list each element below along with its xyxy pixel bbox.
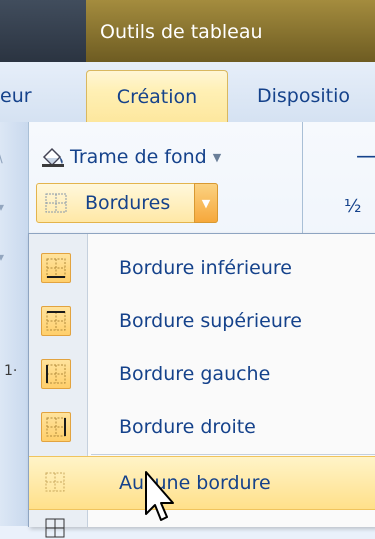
menu-item-bordure-superieure[interactable]: Bordure supérieure: [29, 295, 375, 347]
menu-item-label: Bordure supérieure: [119, 310, 302, 332]
ribbon-minus-glyph: —: [356, 144, 375, 169]
menu-item-bordure-inferieure[interactable]: Bordure inférieure: [29, 242, 375, 294]
bordures-dropdown-menu: Bordure inférieure Bordure supérieure Bo…: [28, 233, 375, 538]
ribbon-tabs: eur Création Dispositio: [0, 62, 375, 123]
menu-item-label: Bordure droite: [119, 416, 256, 438]
menu-item-bordure-droite[interactable]: Bordure droite: [29, 401, 375, 453]
no-border-icon: [41, 468, 71, 498]
trame-de-fond-button[interactable]: Trame de fond ▼: [40, 142, 221, 172]
border-right-icon: [41, 412, 71, 442]
menu-item-bordure-gauche[interactable]: Bordure gauche: [29, 348, 375, 400]
context-tab-title: Outils de tableau: [86, 0, 375, 62]
table-grid-icon: [41, 514, 71, 538]
border-bottom-icon: [41, 253, 71, 283]
group-divider: [302, 122, 303, 242]
title-bar: Outils de tableau: [0, 0, 375, 62]
bordures-label: Bordures: [85, 192, 171, 214]
menu-separator: [91, 454, 375, 455]
bordures-dropdown-arrow-icon[interactable]: ▼: [194, 183, 218, 223]
border-top-icon: [41, 306, 71, 336]
tab-partial-left[interactable]: eur: [0, 70, 32, 122]
tab-disposition[interactable]: Dispositio: [257, 70, 350, 122]
menu-item-aucune-bordure[interactable]: Aucune bordure: [29, 456, 375, 510]
ribbon-half-glyph: ½: [344, 196, 362, 217]
trame-de-fond-label: Trame de fond: [70, 146, 207, 168]
menu-item-label: Bordure gauche: [119, 363, 271, 385]
left-fragment-4: 1·: [4, 363, 18, 379]
paint-bucket-icon: [42, 147, 64, 167]
ribbon-left-group: [0, 122, 29, 526]
mouse-pointer-icon: [145, 471, 174, 521]
tab-creation[interactable]: Création: [86, 70, 228, 122]
border-left-icon: [41, 359, 71, 389]
left-fragment-1: \: [0, 150, 3, 166]
trame-dropdown-arrow-icon[interactable]: ▼: [213, 151, 221, 164]
menu-item-next-partial[interactable]: [29, 510, 375, 538]
bordures-button[interactable]: Bordures ▼: [36, 183, 218, 223]
border-grid-icon: [45, 193, 67, 213]
left-fragment-2: ▾: [0, 200, 5, 214]
left-fragment-3: ▾: [0, 250, 5, 264]
menu-item-label: Bordure inférieure: [119, 257, 292, 279]
